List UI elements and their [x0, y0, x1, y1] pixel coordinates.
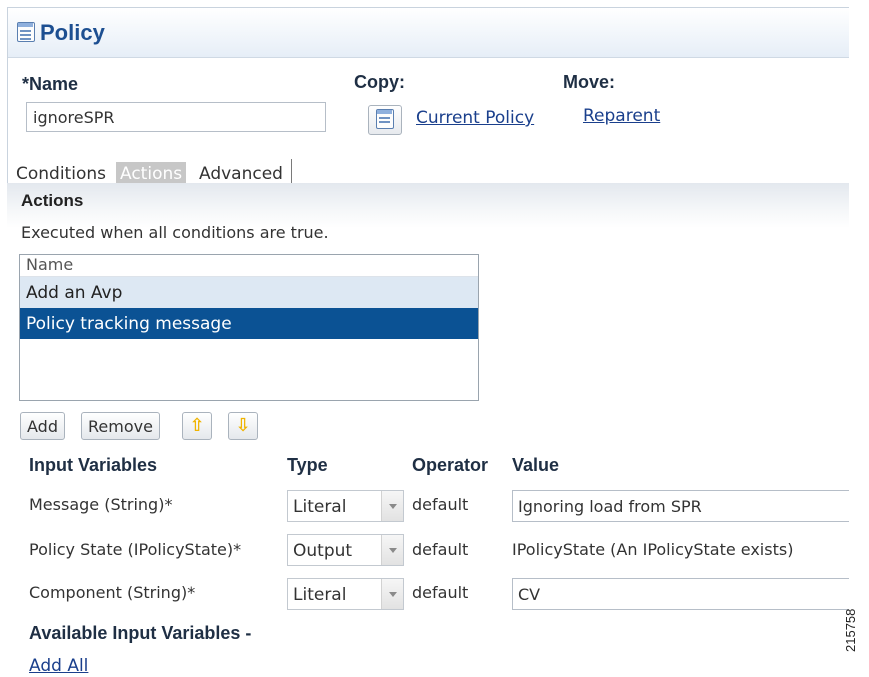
list-item[interactable]: Policy tracking message [20, 308, 478, 339]
type-select-component[interactable]: Literal [287, 578, 404, 610]
page-title: Policy [40, 20, 105, 45]
remove-action-button[interactable]: Remove [81, 412, 160, 440]
move-down-button[interactable]: ⇩ [228, 412, 258, 440]
input-variables-header: Input Variables [29, 455, 158, 475]
copy-document-icon [376, 109, 396, 131]
variable-label-message: Message (String)* [29, 495, 173, 514]
type-select-value: Literal [293, 585, 347, 605]
type-select-policy-state[interactable]: Output [287, 534, 404, 566]
value-policy-state: IPolicyState (An IPolicyState exists) [512, 540, 794, 559]
value-input-component[interactable] [512, 578, 849, 610]
actions-description: Executed when all conditions are true. [21, 223, 329, 242]
available-input-variables-title: Available Input Variables - [29, 623, 252, 643]
operator-policy-state: default [412, 540, 469, 559]
actions-section-title: Actions [21, 191, 84, 210]
copy-label: Copy: [354, 72, 405, 92]
operator-header: Operator [412, 455, 489, 475]
value-input-message[interactable] [512, 490, 849, 522]
add-action-button[interactable]: Add [20, 412, 65, 440]
add-all-link[interactable]: Add All [29, 656, 88, 676]
type-select-value: Literal [293, 497, 347, 517]
arrow-down-icon: ⇩ [235, 415, 251, 436]
move-label: Move: [563, 72, 616, 92]
arrow-up-icon: ⇧ [189, 415, 205, 436]
type-select-value: Output [293, 541, 353, 561]
chevron-down-icon [381, 579, 403, 609]
panel-header: Policy [8, 8, 849, 58]
actions-list[interactable]: Name Add an Avp Policy tracking message [19, 254, 479, 401]
name-label: *Name [22, 74, 79, 94]
operator-message: default [412, 495, 469, 514]
chevron-down-icon [381, 491, 403, 521]
type-header: Type [287, 455, 328, 475]
list-column-header: Name [20, 255, 478, 277]
actions-section: Actions Executed when all conditions are… [7, 183, 849, 677]
copy-button[interactable] [368, 105, 402, 135]
chevron-down-icon [381, 535, 403, 565]
variable-label-policy-state: Policy State (IPolicyState)* [29, 540, 242, 559]
type-select-message[interactable]: Literal [287, 490, 404, 522]
reparent-link[interactable]: Reparent [583, 106, 660, 126]
variable-label-component: Component (String)* [29, 583, 196, 602]
figure-id: 215758 [843, 608, 858, 652]
move-up-button[interactable]: ⇧ [182, 412, 212, 440]
policy-document-icon [17, 22, 37, 44]
name-input[interactable] [26, 102, 326, 132]
operator-component: default [412, 583, 469, 602]
list-item[interactable]: Add an Avp [20, 277, 478, 308]
value-header: Value [512, 455, 560, 475]
current-policy-link[interactable]: Current Policy [416, 108, 534, 128]
